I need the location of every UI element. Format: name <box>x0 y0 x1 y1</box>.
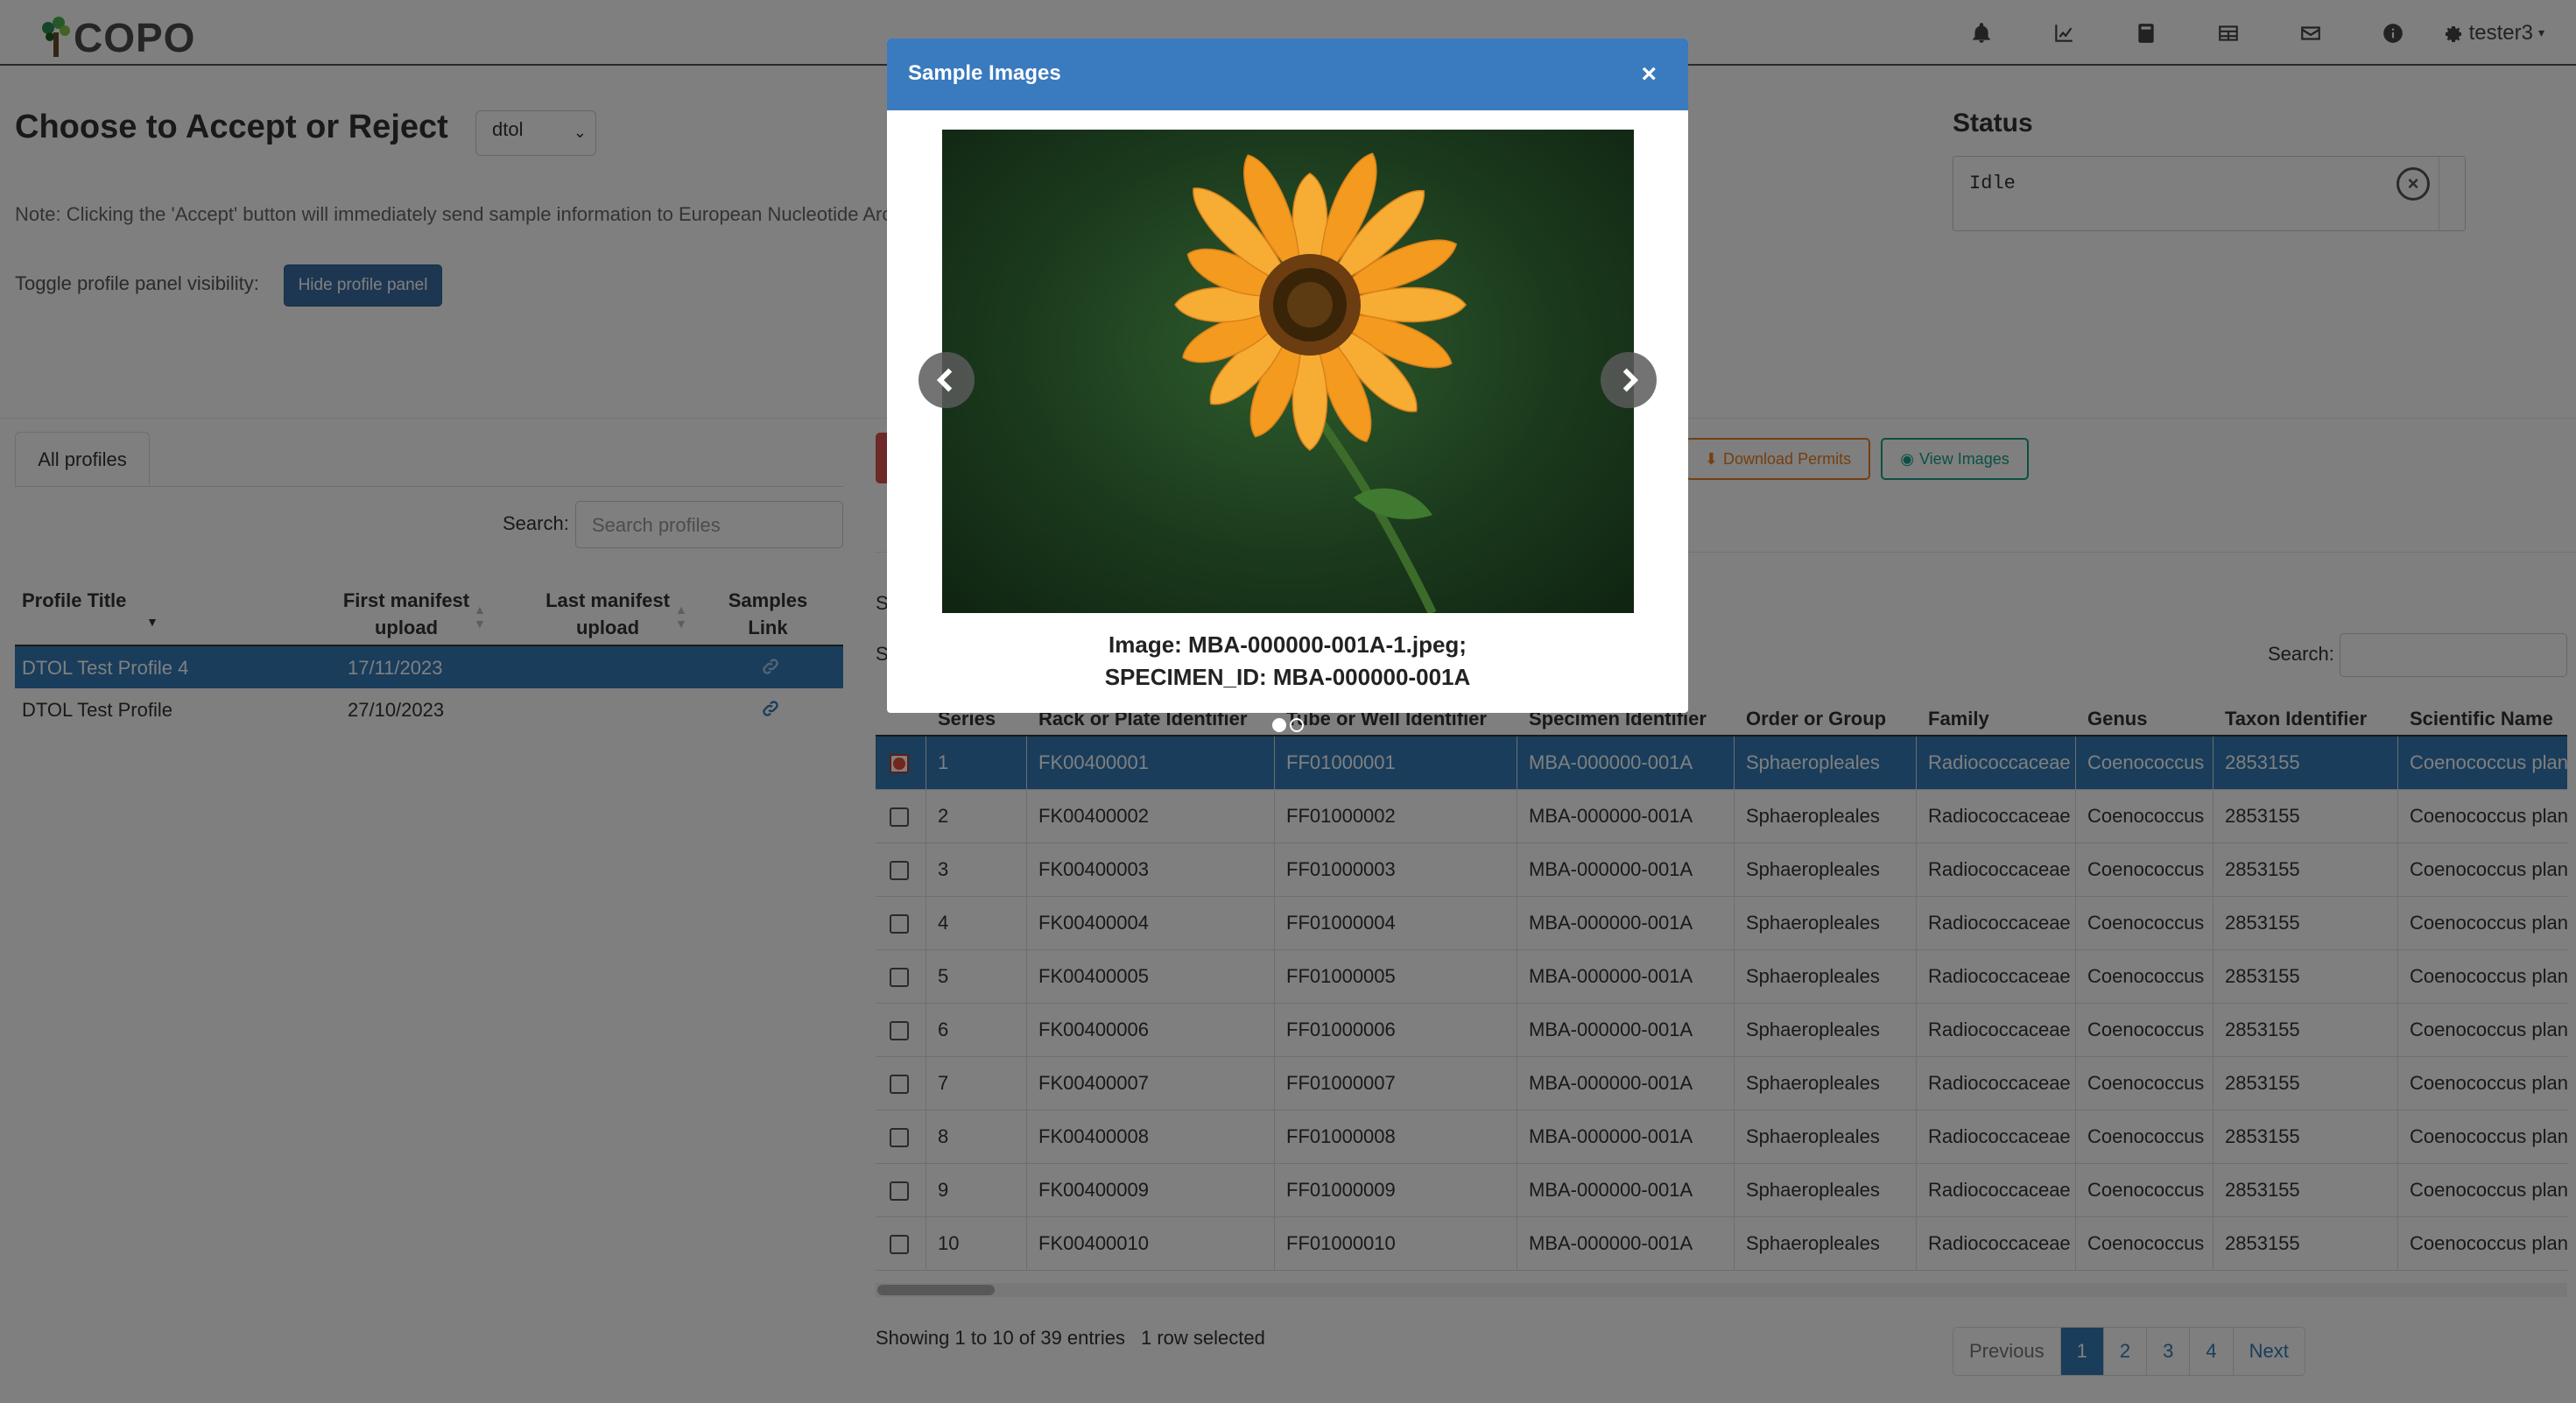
carousel-prev-button[interactable] <box>918 352 975 408</box>
chevron-left-icon <box>936 368 953 392</box>
modal-title: Sample Images <box>908 61 1061 85</box>
chevron-right-icon <box>1622 368 1639 392</box>
specimen-id: SPECIMEN_ID: MBA-000000-001A <box>1104 664 1471 690</box>
image-caption: Image: MBA-000000-001A-1.jpeg; SPECIMEN_… <box>887 629 1688 694</box>
close-icon[interactable]: × <box>1641 61 1657 88</box>
modal-header: Sample Images × <box>887 39 1688 110</box>
carousel-next-button[interactable] <box>1601 352 1657 408</box>
carousel-indicators <box>1272 718 1304 732</box>
carousel-dot[interactable] <box>1272 718 1286 732</box>
image-filename: Image: MBA-000000-001A-1.jpeg; <box>1109 631 1467 658</box>
flower-image <box>1174 152 1467 613</box>
sample-images-modal: Sample Images × Image: MBA-000000-001A-1… <box>887 39 1688 713</box>
sample-photo <box>942 130 1634 613</box>
carousel-dot[interactable] <box>1290 718 1304 732</box>
